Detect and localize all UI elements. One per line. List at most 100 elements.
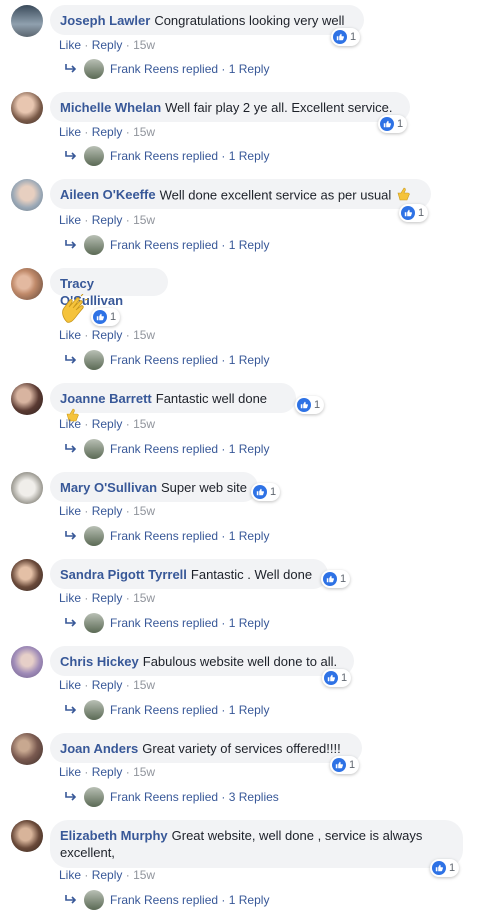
reaction-count[interactable]: 1	[378, 115, 408, 133]
like-link[interactable]: Like	[59, 765, 81, 779]
timestamp[interactable]: 15w	[133, 38, 155, 52]
like-link[interactable]: Like	[59, 417, 81, 431]
reply-link[interactable]: Reply	[92, 591, 123, 605]
reply-link[interactable]: Reply	[92, 213, 123, 227]
avatar[interactable]	[11, 92, 43, 124]
replier-text: Frank Reens replied	[110, 893, 219, 907]
avatar[interactable]	[11, 268, 43, 300]
reply-link[interactable]: Reply	[92, 678, 123, 692]
replier-avatar	[84, 700, 104, 720]
like-reaction-icon	[333, 30, 347, 44]
like-link[interactable]: Like	[59, 591, 81, 605]
timestamp[interactable]: 15w	[133, 591, 155, 605]
replies-link[interactable]: Frank Reens replied · 1 Reply	[64, 59, 269, 79]
comment-author[interactable]: Chris Hickey	[60, 654, 139, 669]
replies-link[interactable]: Frank Reens replied · 1 Reply	[64, 235, 269, 255]
avatar[interactable]	[11, 559, 43, 591]
like-reaction-icon	[297, 398, 311, 412]
clapping-hands-emoji-icon	[59, 293, 91, 331]
replier-text: Frank Reens replied	[110, 616, 219, 630]
reaction-count[interactable]: 1	[322, 669, 352, 687]
comment-author[interactable]: Elizabeth Murphy	[60, 828, 168, 843]
like-link[interactable]: Like	[59, 213, 81, 227]
replier-text: Frank Reens replied	[110, 790, 219, 804]
reply-count: 1 Reply	[228, 353, 270, 367]
replier-avatar	[84, 787, 104, 807]
reply-count: 1 Reply	[228, 149, 270, 163]
timestamp[interactable]: 15w	[133, 417, 155, 431]
comment-text: Congratulations looking very well	[154, 13, 345, 28]
reply-link[interactable]: Reply	[92, 125, 123, 139]
replies-link[interactable]: Frank Reens replied · 1 Reply	[64, 890, 269, 910]
comment-author[interactable]: Sandra Pigott Tyrrell	[60, 567, 187, 582]
like-link[interactable]: Like	[59, 38, 81, 52]
comment-author[interactable]: Joanne Barrett	[60, 391, 152, 406]
replies-link[interactable]: Frank Reens replied · 3 Replies	[64, 787, 279, 807]
reaction-count[interactable]: 1	[251, 483, 281, 501]
reply-link[interactable]: Reply	[92, 417, 123, 431]
like-link[interactable]: Like	[59, 328, 81, 342]
replies-link[interactable]: Frank Reens replied · 1 Reply	[64, 439, 269, 459]
comment-author[interactable]: Joan Anders	[60, 741, 138, 756]
replier-avatar	[84, 59, 104, 79]
comment-text: Well fair play 2 ye all. Excellent servi…	[165, 100, 393, 115]
avatar[interactable]	[11, 733, 43, 765]
comment-text: Well done excellent service as per usual	[159, 187, 392, 203]
avatar[interactable]	[11, 820, 43, 852]
timestamp[interactable]: 15w	[133, 328, 155, 342]
like-reaction-icon	[380, 117, 394, 131]
reply-link[interactable]: Reply	[92, 765, 123, 779]
reply-arrow-icon	[65, 531, 77, 540]
reaction-count[interactable]: 1	[430, 859, 460, 877]
comment-bubble: Mary O'Sullivan Super web site	[50, 472, 258, 502]
timestamp[interactable]: 15w	[133, 213, 155, 227]
replies-link[interactable]: Frank Reens replied · 1 Reply	[64, 700, 269, 720]
comment-author[interactable]: Aileen O'Keeffe	[60, 187, 156, 202]
reaction-count[interactable]: 1	[330, 756, 360, 774]
like-link[interactable]: Like	[59, 504, 81, 518]
comment-actions: Like · Reply · 15w	[59, 591, 156, 605]
timestamp[interactable]: 15w	[133, 765, 155, 779]
replies-link[interactable]: Frank Reens replied · 1 Reply	[64, 350, 269, 370]
reaction-count[interactable]: 1	[331, 28, 361, 46]
reaction-count[interactable]: 1	[91, 308, 121, 326]
replier-avatar	[84, 526, 104, 546]
reply-arrow-icon	[65, 444, 77, 453]
replier-text: Frank Reens replied	[110, 62, 219, 76]
like-reaction-icon	[332, 758, 346, 772]
reply-link[interactable]: Reply	[92, 328, 123, 342]
like-link[interactable]: Like	[59, 678, 81, 692]
reply-link[interactable]: Reply	[92, 504, 123, 518]
comment-bubble: Tracy O'Sullivan	[50, 268, 168, 308]
reply-link[interactable]: Reply	[92, 38, 123, 52]
avatar[interactable]	[11, 383, 43, 415]
like-reaction-icon	[324, 671, 338, 685]
comment-bubble: Joan Anders Great variety of services off…	[50, 733, 362, 763]
timestamp[interactable]: 15w	[133, 504, 155, 518]
reply-link[interactable]: Reply	[92, 868, 123, 882]
avatar[interactable]	[11, 646, 43, 678]
timestamp[interactable]: 15w	[133, 678, 155, 692]
replies-link[interactable]: Frank Reens replied · 1 Reply	[64, 146, 269, 166]
replier-avatar	[84, 146, 104, 166]
comment-author[interactable]: Michelle Whelan	[60, 100, 161, 115]
like-reaction-icon	[323, 572, 337, 586]
reaction-count[interactable]: 1	[295, 396, 325, 414]
like-link[interactable]: Like	[59, 125, 81, 139]
replier-text: Frank Reens replied	[110, 238, 219, 252]
reaction-count[interactable]: 1	[321, 570, 351, 588]
like-link[interactable]: Like	[59, 868, 81, 882]
reaction-count[interactable]: 1	[399, 204, 429, 222]
timestamp[interactable]: 15w	[133, 125, 155, 139]
replies-link[interactable]: Frank Reens replied · 1 Reply	[64, 613, 269, 633]
avatar[interactable]	[11, 179, 43, 211]
comment-author[interactable]: Mary O'Sullivan	[60, 480, 157, 495]
timestamp[interactable]: 15w	[133, 868, 155, 882]
replier-avatar	[84, 439, 104, 459]
comment-author[interactable]: Joseph Lawler	[60, 13, 150, 28]
replies-link[interactable]: Frank Reens replied · 1 Reply	[64, 526, 269, 546]
avatar[interactable]	[11, 5, 43, 37]
like-reaction-icon	[401, 206, 415, 220]
avatar[interactable]	[11, 472, 43, 504]
comment-actions: Like · Reply · 15w	[59, 125, 156, 139]
